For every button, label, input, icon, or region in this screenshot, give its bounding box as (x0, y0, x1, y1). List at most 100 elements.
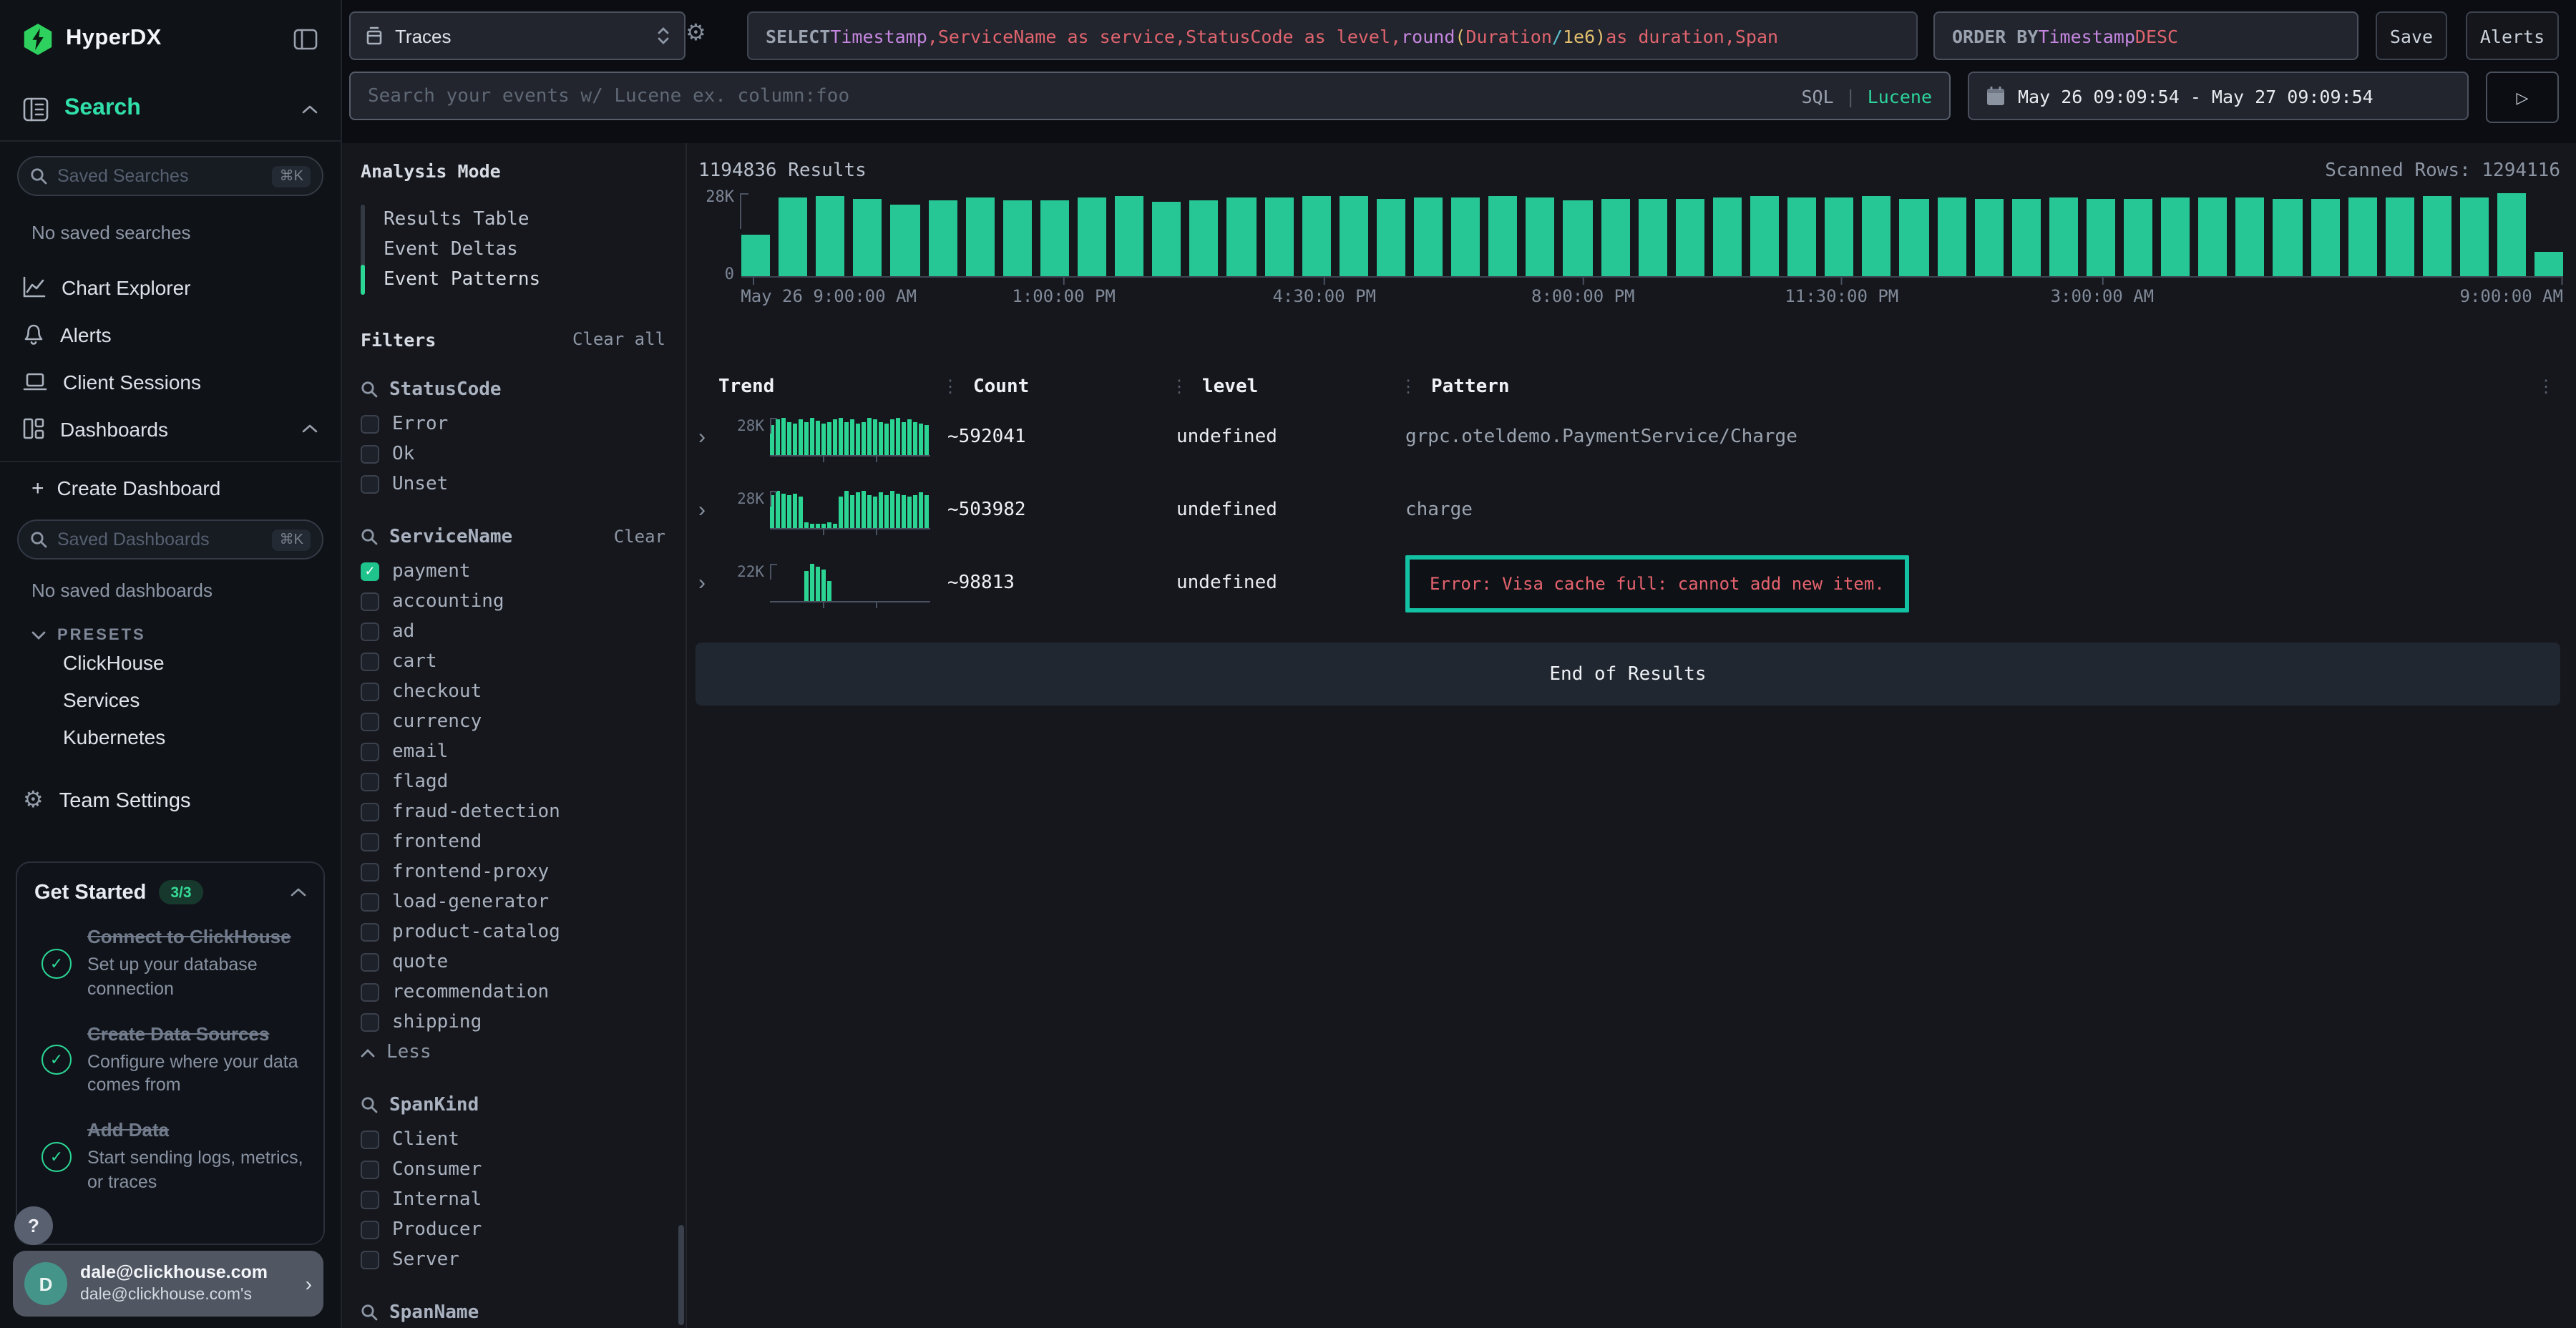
filter-checkbox-item[interactable]: flagd (361, 767, 686, 797)
column-menu-icon[interactable]: ⋮ (1400, 376, 1417, 396)
collapse-sidebar-icon[interactable] (293, 28, 318, 49)
table-row[interactable]: › 22K ~98813 undefined Error: Visa cache… (693, 547, 2563, 620)
checkbox[interactable] (361, 953, 379, 972)
histogram-bar[interactable] (965, 197, 994, 276)
get-started-step[interactable]: ✓ Create Data Sources Configure where yo… (34, 1022, 306, 1098)
filter-checkbox-item[interactable]: Server (361, 1245, 686, 1275)
histogram-bar[interactable] (1750, 195, 1779, 276)
histogram-bar[interactable] (2348, 197, 2376, 276)
highlighted-error-pattern[interactable]: Error: Visa cache full: cannot add new i… (1405, 555, 1909, 612)
clear-filter-link[interactable]: Clear (614, 527, 665, 547)
alerts-button[interactable]: Alerts (2466, 11, 2559, 60)
chevron-up-icon[interactable] (291, 887, 306, 897)
source-select[interactable]: Traces (349, 11, 686, 60)
histogram-bar[interactable] (2011, 198, 2040, 276)
histogram-bar[interactable] (1526, 197, 1555, 276)
histogram-bar[interactable] (1078, 198, 1106, 276)
histogram-bar[interactable] (1340, 196, 1368, 276)
sidebar-item-alerts[interactable]: Alerts (0, 311, 341, 358)
histogram-bar[interactable] (1601, 199, 1629, 276)
checkbox[interactable] (361, 653, 379, 671)
histogram-bar[interactable] (1003, 200, 1032, 276)
histogram-bar[interactable] (1302, 196, 1330, 276)
filter-checkbox-item[interactable]: ✓ payment (361, 557, 686, 587)
table-row[interactable]: › 28K ~503982 undefined charge (693, 474, 2563, 547)
histogram-bar[interactable] (1787, 197, 1816, 276)
histogram-bar[interactable] (1863, 196, 1891, 276)
checkbox[interactable] (361, 1161, 379, 1179)
histogram-bar[interactable] (891, 205, 919, 276)
checkbox[interactable]: ✓ (361, 562, 379, 581)
sidebar-item-clickhouse[interactable]: ClickHouse (0, 644, 341, 681)
filter-checkbox-item[interactable]: shipping (361, 1007, 686, 1038)
sidebar-item-chart-explorer[interactable]: Chart Explorer (0, 263, 341, 311)
chevron-up-icon[interactable] (302, 424, 318, 434)
source-settings-gear-icon[interactable]: ⚙ (686, 23, 706, 46)
filter-checkbox-item[interactable]: email (361, 737, 686, 767)
checkbox[interactable] (361, 893, 379, 912)
filter-checkbox-item[interactable]: frontend (361, 827, 686, 857)
histogram-bar[interactable] (1937, 197, 1966, 276)
checkbox[interactable] (361, 803, 379, 821)
histogram-bar[interactable] (2124, 198, 2152, 276)
checkbox[interactable] (361, 1013, 379, 1032)
histogram-bar[interactable] (928, 200, 957, 276)
histogram-bar[interactable] (1825, 197, 1853, 276)
histogram-bar[interactable] (2087, 198, 2115, 276)
sidebar-item-dashboards[interactable]: Dashboards (0, 405, 341, 452)
histogram-bar[interactable] (2386, 197, 2414, 276)
filter-checkbox-item[interactable]: ad (361, 617, 686, 647)
saved-searches-input[interactable]: Saved Searches ⌘K (17, 156, 323, 196)
checkbox[interactable] (361, 1131, 379, 1149)
filter-checkbox-item[interactable]: currency (361, 707, 686, 737)
filter-checkbox-item[interactable]: Consumer (361, 1155, 686, 1185)
filter-checkbox-item[interactable]: Unset (361, 469, 686, 499)
histogram-bar[interactable] (1451, 197, 1480, 276)
checkbox[interactable] (361, 713, 379, 731)
filter-checkbox-item[interactable]: Ok (361, 439, 686, 469)
filter-checkbox-item[interactable]: Internal (361, 1185, 686, 1215)
filter-checkbox-item[interactable]: Producer (361, 1215, 686, 1245)
histogram-bar[interactable] (1675, 198, 1704, 276)
search-input[interactable]: Search your events w/ Lucene ex. column:… (349, 72, 1951, 120)
histogram-bar[interactable] (1227, 197, 1256, 276)
histogram-bar[interactable] (779, 197, 807, 276)
histogram-bar[interactable] (2236, 197, 2265, 276)
checkbox[interactable] (361, 863, 379, 882)
histogram-bar[interactable] (1115, 197, 1143, 276)
histogram-bar[interactable] (2161, 197, 2190, 276)
row-expand-chevron-icon[interactable]: › (693, 572, 730, 594)
sidebar-item-kubernetes[interactable]: Kubernetes (0, 718, 341, 756)
histogram-bar[interactable] (2199, 198, 2228, 276)
checkbox[interactable] (361, 1221, 379, 1239)
histogram-bar[interactable] (1152, 202, 1181, 276)
histogram-bar[interactable] (854, 198, 882, 276)
chevron-up-icon[interactable] (302, 104, 318, 114)
histogram-bar[interactable] (1900, 198, 1928, 276)
order-by-editor[interactable]: ORDER BY Timestamp DESC (1933, 11, 2358, 60)
checkbox[interactable] (361, 475, 379, 494)
get-started-step[interactable]: ✓ Connect to ClickHouse Set up your data… (34, 926, 306, 1001)
histogram-bar[interactable] (2423, 197, 2451, 276)
filter-checkbox-item[interactable]: fraud-detection (361, 797, 686, 827)
date-range-picker[interactable]: May 26 09:09:54 - May 27 09:09:54 (1968, 72, 2469, 120)
save-button[interactable]: Save (2376, 11, 2447, 60)
histogram-bar[interactable] (1414, 197, 1443, 276)
checkbox[interactable] (361, 983, 379, 1002)
filter-checkbox-item[interactable]: product-catalog (361, 917, 686, 947)
checkbox[interactable] (361, 773, 379, 791)
clear-all-filters-link[interactable]: Clear all (572, 329, 665, 349)
user-menu[interactable]: D dale@clickhouse.com dale@clickhouse.co… (13, 1251, 323, 1317)
histogram-bar[interactable] (1974, 199, 2003, 276)
run-query-button[interactable]: ▷ (2486, 72, 2559, 123)
pattern-text[interactable]: grpc.oteldemo.PaymentService/Charge (1405, 426, 1797, 448)
sql-select-editor[interactable]: SELECT Timestamp, ServiceName as service… (747, 11, 1918, 60)
checkbox[interactable] (361, 415, 379, 434)
histogram-bar[interactable] (2049, 198, 2078, 276)
filter-checkbox-item[interactable]: Client (361, 1125, 686, 1155)
create-dashboard-button[interactable]: + Create Dashboard (0, 462, 341, 514)
histogram-bar[interactable] (2535, 252, 2564, 276)
checkbox[interactable] (361, 1191, 379, 1209)
histogram-bar[interactable] (1190, 201, 1219, 276)
row-expand-chevron-icon[interactable]: › (693, 499, 730, 521)
